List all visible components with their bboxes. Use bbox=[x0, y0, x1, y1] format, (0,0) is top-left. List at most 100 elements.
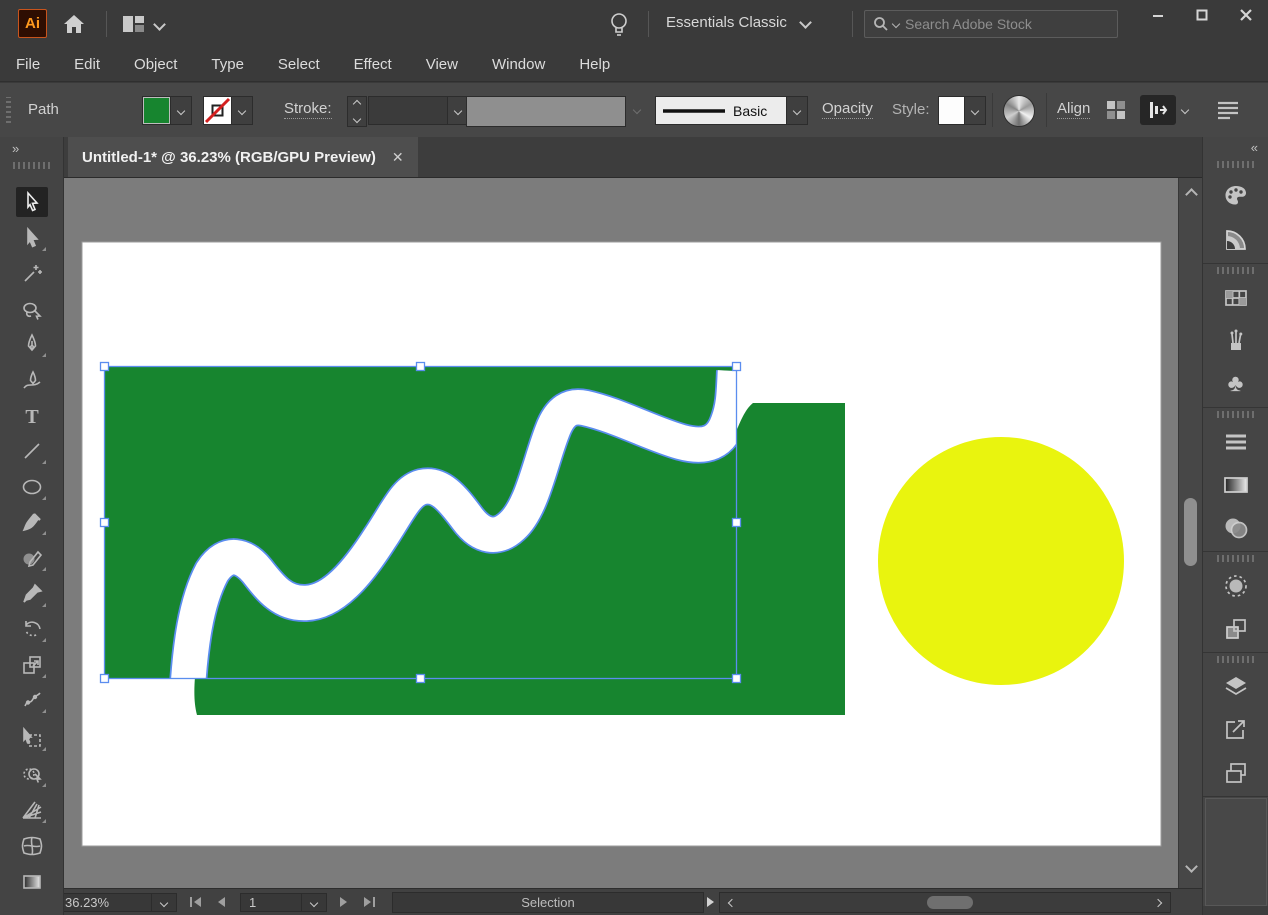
stroke-weight-value[interactable] bbox=[369, 97, 447, 124]
free-transform-tool[interactable] bbox=[16, 723, 48, 753]
artboard-number-field[interactable]: 1 bbox=[240, 893, 302, 912]
stroke-swatch-none[interactable] bbox=[204, 97, 231, 124]
perspective-grid-tool[interactable] bbox=[16, 795, 48, 825]
align-grid-icon[interactable] bbox=[1104, 98, 1128, 122]
dock-grip[interactable] bbox=[1217, 411, 1254, 418]
panel-layers[interactable] bbox=[1203, 666, 1268, 708]
menu-help[interactable]: Help bbox=[579, 56, 610, 73]
scroll-left-icon[interactable] bbox=[728, 899, 736, 907]
zoom-level-field[interactable]: 36.23% bbox=[56, 893, 152, 912]
search-input[interactable] bbox=[903, 15, 1077, 33]
ellipse-tool[interactable] bbox=[16, 472, 48, 502]
handle-bottom-left[interactable] bbox=[101, 675, 109, 683]
handle-middle-left[interactable] bbox=[101, 519, 109, 527]
panel-asset-export[interactable] bbox=[1203, 709, 1268, 751]
menu-window[interactable]: Window bbox=[492, 56, 545, 73]
artboard-chevron[interactable] bbox=[301, 893, 327, 912]
line-segment-tool[interactable] bbox=[16, 436, 48, 466]
canvas-pasteboard[interactable] bbox=[64, 178, 1178, 888]
fill-color-control[interactable] bbox=[142, 96, 192, 125]
opacity-label[interactable]: Opacity bbox=[822, 100, 873, 119]
menu-type[interactable]: Type bbox=[211, 56, 244, 73]
zoom-level-chevron[interactable] bbox=[151, 893, 177, 912]
handle-bottom-right[interactable] bbox=[733, 675, 741, 683]
mesh-tool[interactable] bbox=[16, 831, 48, 861]
menu-edit[interactable]: Edit bbox=[74, 56, 100, 73]
menu-view[interactable]: View bbox=[426, 56, 458, 73]
stroke-weight-stepper[interactable] bbox=[347, 96, 367, 127]
status-indicator-field[interactable]: Selection bbox=[392, 892, 704, 913]
dock-grip[interactable] bbox=[1217, 656, 1254, 663]
type-tool[interactable]: T bbox=[16, 401, 48, 431]
scale-tool[interactable] bbox=[16, 650, 48, 680]
vertical-scroll-thumb[interactable] bbox=[1184, 498, 1197, 566]
style-chevron-icon[interactable] bbox=[964, 97, 985, 124]
stroke-weight-combo[interactable] bbox=[368, 96, 470, 125]
close-button[interactable] bbox=[1224, 0, 1268, 30]
stroke-chevron-icon[interactable] bbox=[231, 97, 252, 124]
align-options-chevron-icon[interactable] bbox=[1181, 106, 1189, 114]
lightbulb-icon[interactable] bbox=[606, 10, 632, 38]
align-objects-button[interactable] bbox=[1140, 95, 1176, 125]
shape-builder-tool[interactable] bbox=[16, 759, 48, 789]
handle-bottom-center[interactable] bbox=[417, 675, 425, 683]
panel-brushes[interactable] bbox=[1203, 320, 1268, 362]
panel-artboards[interactable] bbox=[1203, 752, 1268, 794]
eyedropper-tool[interactable] bbox=[16, 579, 48, 609]
maximize-button[interactable] bbox=[1180, 0, 1224, 30]
horizontal-scroll-thumb[interactable] bbox=[927, 896, 973, 909]
gradient-tool[interactable] bbox=[16, 867, 48, 897]
yellow-circle-shape[interactable] bbox=[878, 437, 1124, 685]
control-bar-menu-icon[interactable] bbox=[1216, 99, 1240, 121]
handle-top-left[interactable] bbox=[101, 363, 109, 371]
dock-collapse-button[interactable]: « bbox=[1203, 137, 1268, 155]
menu-file[interactable]: File bbox=[16, 56, 40, 73]
next-artboard-button[interactable] bbox=[340, 897, 347, 907]
dock-grip[interactable] bbox=[1217, 555, 1254, 562]
stepper-up-icon[interactable] bbox=[353, 100, 361, 108]
menu-object[interactable]: Object bbox=[134, 56, 177, 73]
paintbrush-tool[interactable] bbox=[16, 507, 48, 537]
status-expand-button[interactable] bbox=[707, 897, 714, 907]
fill-chevron-icon[interactable] bbox=[170, 97, 191, 124]
app-icon[interactable]: Ai bbox=[18, 9, 47, 38]
minimize-button[interactable] bbox=[1136, 0, 1180, 30]
adobe-stock-search[interactable] bbox=[864, 10, 1118, 38]
direct-selection-tool[interactable] bbox=[16, 223, 48, 253]
fill-swatch[interactable] bbox=[143, 97, 170, 124]
shaper-tool[interactable] bbox=[16, 543, 48, 573]
tab-close-icon[interactable]: ✕ bbox=[392, 149, 404, 166]
control-bar-grip[interactable] bbox=[6, 97, 11, 123]
first-artboard-button[interactable] bbox=[190, 897, 201, 907]
panel-color-guide[interactable] bbox=[1203, 219, 1268, 261]
arrange-documents-chevron-icon[interactable] bbox=[153, 18, 166, 31]
style-swatch-control[interactable] bbox=[938, 96, 986, 125]
recolor-artwork-icon[interactable] bbox=[1003, 95, 1035, 127]
panel-symbols[interactable]: ♣ bbox=[1203, 363, 1268, 405]
home-icon[interactable] bbox=[62, 12, 86, 36]
panel-graphic-styles[interactable] bbox=[1203, 608, 1268, 650]
pen-tool[interactable] bbox=[16, 329, 48, 359]
canvas-horizontal-scrollbar[interactable] bbox=[719, 892, 1171, 913]
panel-appearance[interactable] bbox=[1203, 565, 1268, 607]
magic-wand-tool[interactable] bbox=[16, 258, 48, 288]
menu-select[interactable]: Select bbox=[278, 56, 320, 73]
stroke-weight-label[interactable]: Stroke: bbox=[284, 100, 332, 119]
document-tab[interactable]: Untitled-1* @ 36.23% (RGB/GPU Preview) ✕ bbox=[68, 137, 418, 177]
width-tool[interactable] bbox=[16, 685, 48, 715]
dock-grip[interactable] bbox=[1217, 267, 1254, 274]
selection-tool[interactable] bbox=[16, 187, 48, 217]
tools-expand-button[interactable]: » bbox=[0, 137, 63, 156]
menu-effect[interactable]: Effect bbox=[354, 56, 392, 73]
scroll-down-icon[interactable] bbox=[1185, 860, 1198, 873]
arrange-documents-icon[interactable] bbox=[122, 14, 146, 34]
panel-gradient[interactable] bbox=[1203, 464, 1268, 506]
workspace-switcher[interactable]: Essentials Classic bbox=[666, 14, 810, 31]
handle-middle-right[interactable] bbox=[733, 519, 741, 527]
stepper-down-icon[interactable] bbox=[353, 115, 361, 123]
scroll-right-icon[interactable] bbox=[1154, 899, 1162, 907]
rotate-tool[interactable] bbox=[16, 614, 48, 644]
stroke-color-control[interactable] bbox=[203, 96, 253, 125]
align-label[interactable]: Align bbox=[1057, 100, 1090, 119]
last-artboard-button[interactable] bbox=[364, 897, 375, 907]
